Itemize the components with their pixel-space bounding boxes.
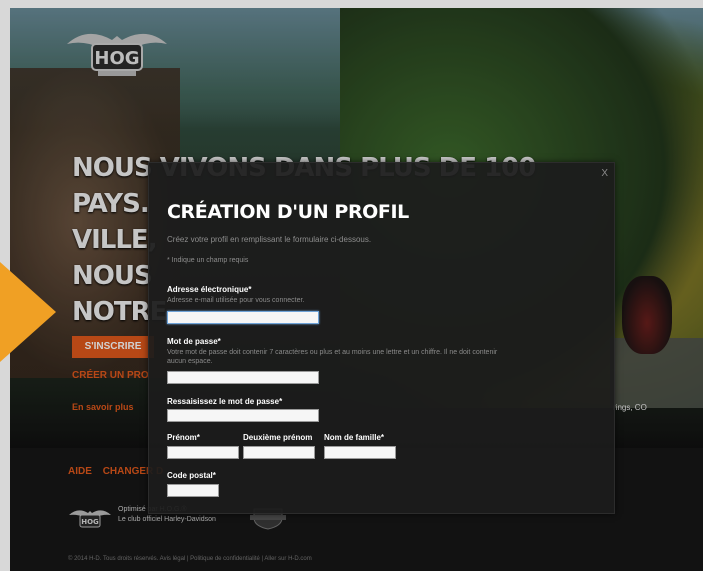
password-confirm-label: Ressaisissez le mot de passe* xyxy=(167,397,283,406)
first-name-label: Prénom* xyxy=(167,433,200,442)
email-help: Adresse e-mail utilisée pour vous connec… xyxy=(167,297,305,304)
email-label: Adresse électronique* xyxy=(167,285,252,294)
password-field[interactable] xyxy=(167,371,319,384)
modal-intro: Créez votre profil en remplissant le for… xyxy=(167,235,372,244)
required-note: * Indique un champ requis xyxy=(167,257,249,264)
close-icon[interactable]: X xyxy=(601,168,608,179)
modal-title: CRÉATION D'UN PROFIL xyxy=(167,201,409,223)
postal-code-field[interactable] xyxy=(167,484,219,497)
password-help: aucun espace. xyxy=(167,358,213,365)
postal-code-label: Code postal* xyxy=(167,471,216,480)
middle-name-field[interactable] xyxy=(243,446,315,459)
password-confirm-field[interactable] xyxy=(167,409,319,422)
create-profile-modal: X CRÉATION D'UN PROFIL Créez votre profi… xyxy=(148,162,615,514)
last-name-field[interactable] xyxy=(324,446,396,459)
email-field[interactable] xyxy=(167,311,319,324)
first-name-field[interactable] xyxy=(167,446,239,459)
password-label: Mot de passe* xyxy=(167,337,221,346)
pointer-arrow-icon xyxy=(0,262,56,362)
middle-name-label: Deuxième prénom xyxy=(243,433,313,442)
password-help: Votre mot de passe doit contenir 7 carac… xyxy=(167,349,498,356)
last-name-label: Nom de famille* xyxy=(324,433,385,442)
